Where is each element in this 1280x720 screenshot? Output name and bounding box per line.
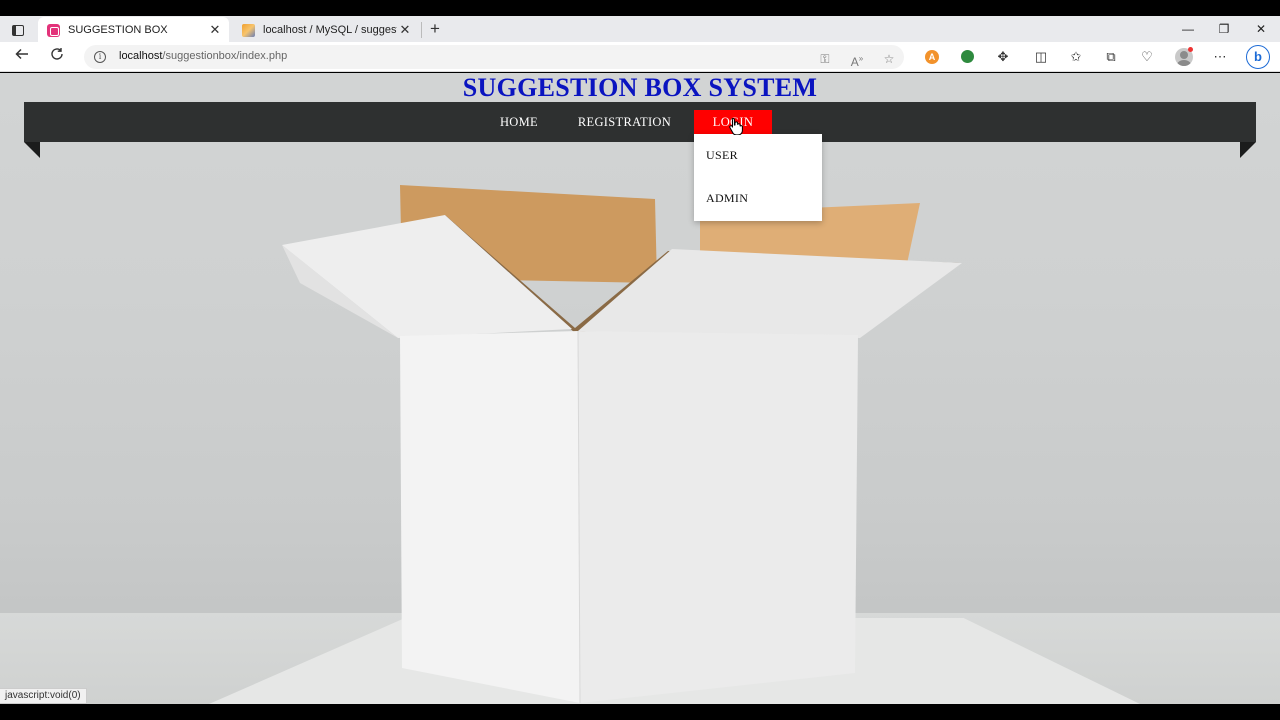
site-title: SUGGESTION BOX SYSTEM [462,73,818,102]
minimize-button[interactable]: — [1173,19,1203,39]
nav-registration-link[interactable]: REGISTRATION [575,110,674,134]
extension-orange-icon[interactable]: A [925,50,939,64]
main-nav-bar: HOME REGISTRATION LOGIN [24,102,1256,142]
tab-close-icon[interactable]: ✕ [397,22,413,38]
nav-ribbon-right [1240,142,1256,158]
favorite-star-icon[interactable]: ☆ [879,49,899,69]
hand-pointer-cursor-icon [729,117,743,135]
suggestion-box-favicon-icon [47,23,60,37]
url-host: localhost [119,50,163,62]
more-menu-icon[interactable]: ⋯ [1210,47,1230,67]
tab-divider [421,22,422,38]
back-arrow-icon[interactable] [11,47,33,67]
screen-top-bar [0,0,1280,16]
address-bar-row: i localhost/suggestionbox/index.php ⚿ A»… [0,42,1280,72]
login-admin-link[interactable]: ADMIN [706,191,748,206]
favorites-icon[interactable]: ✩ [1066,47,1086,67]
collections-icon[interactable]: ⧉ [1101,47,1121,67]
split-screen-icon[interactable]: ◫ [1031,47,1051,67]
window-close-button[interactable]: ✕ [1246,19,1276,39]
tab-strip: SUGGESTION BOX ✕ localhost / MySQL / sug… [0,16,1280,43]
nav-ribbon-left [24,142,40,158]
tab-title: SUGGESTION BOX [68,24,168,36]
browser-essentials-icon[interactable]: ♡ [1137,47,1157,67]
extension-green-icon[interactable] [961,50,974,63]
tab-title: localhost / MySQL / suggestionb [263,24,397,36]
restore-button[interactable]: ❐ [1209,19,1239,39]
tab-suggestion-box[interactable]: SUGGESTION BOX ✕ [38,17,229,43]
nav-home-link[interactable]: HOME [491,110,547,134]
copilot-bing-icon[interactable]: b [1246,45,1270,69]
read-aloud-icon[interactable]: A» [847,49,867,69]
new-tab-button[interactable]: + [426,20,444,38]
key-icon[interactable]: ⚿ [815,49,835,69]
login-dropdown-menu: USER ADMIN [694,134,822,221]
screen-bottom-bar [0,704,1280,720]
status-bar-url: javascript:void(0) [0,688,87,704]
info-icon[interactable]: i [94,51,106,63]
refresh-icon[interactable] [46,47,68,67]
tab-phpmyadmin[interactable]: localhost / MySQL / suggestionb ✕ [233,17,419,43]
url-path: /suggestionbox/index.php [162,50,288,62]
address-bar[interactable]: i localhost/suggestionbox/index.php ⚿ A»… [84,45,904,69]
tab-close-icon[interactable]: ✕ [207,22,223,38]
url-text[interactable]: localhost/suggestionbox/index.php [119,50,287,62]
login-user-link[interactable]: USER [706,148,738,163]
phpmyadmin-favicon-icon [242,23,255,37]
extensions-puzzle-icon[interactable]: ✥ [993,47,1013,67]
open-cardboard-box-image [282,185,962,704]
profile-notification-dot [1188,47,1193,52]
tab-actions-icon[interactable] [8,21,28,39]
page-viewport: SUGGESTION BOX SYSTEM HOME REGISTRATION … [0,73,1280,704]
